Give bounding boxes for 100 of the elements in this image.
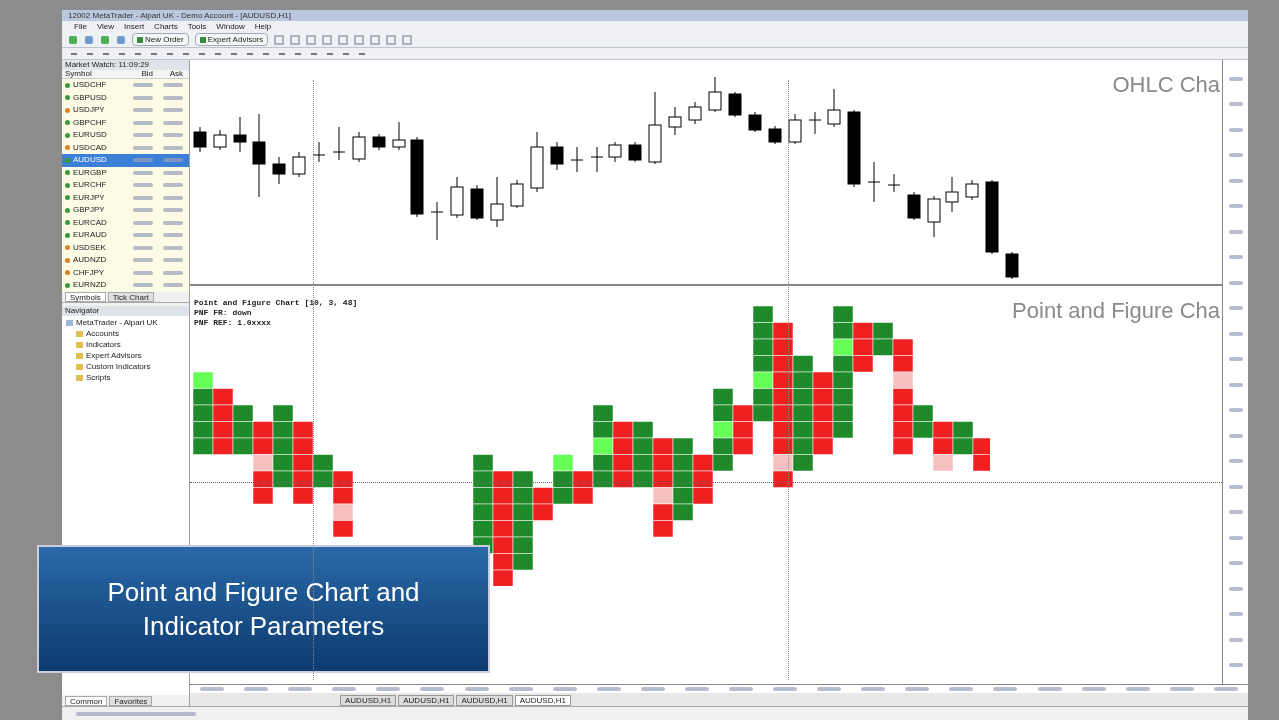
symbol-text: EURCHF — [73, 180, 108, 191]
menu-item[interactable]: Tools — [187, 21, 207, 32]
window-title: 12002 MetaTrader - Alpari UK - Demo Account - [AUDUSD,H1] — [62, 10, 1248, 21]
toolbar-button[interactable]: New Order — [132, 33, 189, 46]
blurred-value — [1228, 612, 1243, 617]
toolbar-icon[interactable] — [338, 34, 349, 45]
candlestick — [628, 141, 642, 163]
symbol-text: AUDNZD — [73, 255, 108, 266]
blurred-value — [163, 158, 183, 163]
blurred-value — [1228, 127, 1243, 132]
market-row[interactable]: EURAUD — [62, 229, 189, 242]
blurred-value — [773, 687, 798, 691]
candlestick — [233, 116, 247, 153]
menu-item[interactable]: Insert — [124, 21, 145, 32]
blurred-value — [552, 687, 577, 691]
blurred-value — [133, 195, 153, 200]
candlestick — [907, 191, 921, 221]
blurred-value — [684, 687, 709, 691]
blurred-value — [163, 233, 183, 238]
toolbar-icon[interactable] — [402, 34, 413, 45]
blurred-value — [1228, 229, 1243, 234]
market-row[interactable]: GBPJPY — [62, 204, 189, 217]
toolbar-icon[interactable] — [354, 34, 365, 45]
blurred-value — [1228, 204, 1243, 209]
symbol-text: USDCHF — [73, 80, 108, 91]
market-row[interactable]: USDCHF — [62, 79, 189, 92]
symbol-text: USDJPY — [73, 105, 106, 116]
menu-item[interactable]: Window — [216, 21, 245, 32]
toolbar-icon[interactable] — [116, 34, 126, 45]
tree-item[interactable]: Expert Advisors — [86, 351, 142, 361]
menu-item[interactable]: Help — [254, 21, 272, 32]
market-row[interactable]: AUDNZD — [62, 254, 189, 267]
blurred-value — [1213, 687, 1238, 691]
panel-tab[interactable]: Tick Chart — [107, 291, 154, 302]
toolbar-icon[interactable] — [306, 34, 317, 45]
candlestick — [292, 151, 306, 178]
menu-item[interactable]: View — [96, 21, 115, 32]
blurred-value — [1169, 687, 1194, 691]
symbol-text: AUDUSD — [73, 155, 108, 166]
blurred-value — [133, 283, 153, 288]
blurred-value — [163, 133, 183, 138]
blurred-value — [163, 245, 183, 250]
tree-item[interactable]: MetaTrader - Alpari UK — [76, 318, 158, 328]
blurred-value — [949, 687, 974, 691]
blurred-value — [1228, 382, 1243, 387]
blurred-value — [861, 687, 886, 691]
blurred-value — [728, 687, 753, 691]
tree-item[interactable]: Indicators — [86, 340, 121, 350]
toolbar-icon[interactable] — [370, 34, 381, 45]
candlestick — [688, 101, 702, 125]
market-row[interactable]: EURCHF — [62, 179, 189, 192]
blurred-value — [1228, 178, 1243, 183]
candlestick — [193, 126, 207, 153]
blurred-value — [133, 245, 153, 250]
blurred-value — [163, 283, 183, 288]
candlestick — [312, 141, 326, 163]
blurred-value — [133, 108, 153, 113]
menu-item[interactable]: File — [74, 21, 87, 32]
blurred-value — [133, 145, 153, 150]
blurred-value — [1228, 637, 1243, 642]
symbol-text: GBPJPY — [73, 205, 106, 216]
candlestick — [867, 161, 881, 203]
menu-item[interactable]: Charts — [154, 21, 178, 32]
blurred-value — [1228, 510, 1243, 515]
blurred-value — [133, 220, 153, 225]
blurred-value — [993, 687, 1018, 691]
blurred-value — [905, 687, 930, 691]
candlestick — [392, 121, 406, 151]
toolbar-icon[interactable] — [386, 34, 397, 45]
market-row[interactable]: EURUSD — [62, 129, 189, 142]
blurred-value — [288, 687, 313, 691]
toolbar-icon[interactable] — [84, 34, 94, 45]
symbol-text: GBPUSD — [73, 92, 108, 103]
market-row[interactable]: AUDUSD — [62, 154, 189, 167]
toolbar-icon[interactable] — [322, 34, 333, 45]
blurred-value — [133, 83, 153, 88]
toolbar-icon[interactable] — [100, 34, 110, 45]
toolbar-button[interactable]: Expert Advisors — [194, 33, 269, 46]
candlestick — [490, 176, 504, 228]
tree-item[interactable]: Accounts — [86, 329, 119, 339]
blurred-value — [163, 220, 183, 225]
candlestick — [827, 88, 841, 128]
candlestick — [1005, 251, 1019, 280]
panel-tab[interactable]: Symbols — [65, 291, 106, 302]
blurred-value — [163, 258, 183, 263]
market-row[interactable]: USDJPY — [62, 104, 189, 117]
tree-item[interactable]: Scripts — [86, 373, 111, 383]
toolbar-icon[interactable] — [290, 34, 301, 45]
candlestick — [272, 156, 286, 185]
blurred-value — [163, 170, 183, 175]
blurred-value — [133, 158, 153, 163]
blurred-value — [1228, 484, 1243, 489]
tree-item[interactable]: Custom Indicators — [86, 362, 151, 372]
market-row[interactable]: EURNZD — [62, 279, 189, 292]
blurred-value — [508, 687, 533, 691]
toolbar-icon[interactable] — [274, 34, 285, 45]
document-icon — [137, 36, 143, 43]
toolbar-icon[interactable] — [68, 34, 78, 45]
blurred-value — [1228, 459, 1243, 464]
candlestick — [768, 125, 782, 145]
